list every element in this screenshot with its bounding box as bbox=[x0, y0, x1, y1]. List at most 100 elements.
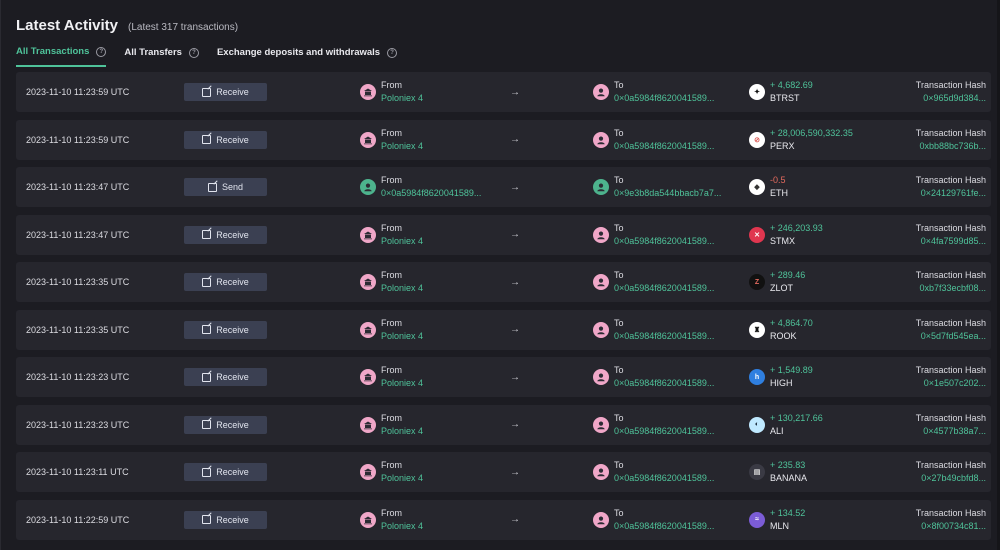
to-address[interactable]: 0×0a5984f8620041589... bbox=[614, 520, 714, 533]
token-amount[interactable]: ✦ + 4,682.69 BTRST bbox=[749, 72, 813, 112]
token-amount[interactable]: ✕ + 246,203.93 STMX bbox=[749, 215, 823, 255]
receive-button[interactable]: Receive bbox=[184, 415, 267, 434]
to-address[interactable]: 0×0a5984f8620041589... bbox=[614, 282, 714, 295]
table-row[interactable]: 2023-11-10 11:22:59 UTC Receive From Pol… bbox=[16, 499, 991, 540]
token-amount[interactable]: ▤ + 235.83 BANANA bbox=[749, 452, 807, 492]
tab-exchange-deposits-withdrawals[interactable]: Exchange deposits and withdrawals ? bbox=[217, 46, 398, 67]
transaction-hash[interactable]: Transaction Hash 0×24129761fe... bbox=[906, 167, 986, 207]
from-party[interactable]: From Poloniex 4 bbox=[360, 500, 423, 540]
from-party[interactable]: From Poloniex 4 bbox=[360, 215, 423, 255]
to-address[interactable]: 0×0a5984f8620041589... bbox=[614, 330, 714, 343]
tab-all-transfers[interactable]: All Transfers ? bbox=[124, 46, 199, 67]
help-icon[interactable]: ? bbox=[387, 47, 398, 58]
receive-button[interactable]: Receive bbox=[184, 510, 267, 529]
transaction-hash[interactable]: Transaction Hash 0×4fa7599d85... bbox=[906, 215, 986, 255]
from-address[interactable]: Poloniex 4 bbox=[381, 472, 423, 485]
to-party[interactable]: To 0×0a5984f8620041589... bbox=[593, 405, 714, 445]
from-party[interactable]: From Poloniex 4 bbox=[360, 120, 423, 160]
token-amount[interactable]: ◆ -0.5 ETH bbox=[749, 167, 788, 207]
to-address[interactable]: 0×9e3b8da544bbacb7a7... bbox=[614, 187, 721, 200]
transaction-hash[interactable]: Transaction Hash 0×965d9d384... bbox=[906, 72, 986, 112]
transaction-hash[interactable]: Transaction Hash 0×1e507c202... bbox=[906, 357, 986, 397]
to-party[interactable]: To 0×0a5984f862004158​9... bbox=[593, 72, 714, 112]
from-party[interactable]: From Poloniex 4 bbox=[360, 405, 423, 445]
transaction-hash[interactable]: Transaction Hash 0×4577b38a7... bbox=[906, 405, 986, 445]
token-amount[interactable]: ◐ + 130,217.66 ALI bbox=[749, 405, 823, 445]
to-address[interactable]: 0×0a5984f862004158​9... bbox=[614, 92, 714, 105]
token-amount[interactable]: Z + 289.46 ZLOT bbox=[749, 262, 805, 302]
transaction-hash[interactable]: Transaction Hash 0×5d7fd545ea... bbox=[906, 310, 986, 350]
help-icon[interactable]: ? bbox=[96, 46, 107, 57]
to-address[interactable]: 0×0a5984f8620041589... bbox=[614, 425, 714, 438]
token-amount[interactable]: ≈ + 134.52 MLN bbox=[749, 500, 805, 540]
receive-button[interactable]: Receive bbox=[184, 368, 267, 386]
from-address[interactable]: Poloniex 4 bbox=[381, 425, 423, 438]
table-row[interactable]: 2023-11-10 11:23:59 UTC Receive From Pol… bbox=[16, 72, 991, 112]
hash-value[interactable]: 0×5d7fd545ea... bbox=[921, 330, 986, 343]
receive-button[interactable]: Receive bbox=[184, 273, 267, 291]
hash-value[interactable]: 0×4577b38a7... bbox=[923, 425, 986, 438]
bank-icon bbox=[360, 84, 376, 100]
token-symbol: ZLOT bbox=[770, 283, 794, 293]
from-address[interactable]: Poloniex 4 bbox=[381, 330, 423, 343]
from-address[interactable]: Poloniex 4 bbox=[381, 377, 423, 390]
tab-all-transactions[interactable]: All Transactions ? bbox=[16, 46, 107, 67]
token-amount[interactable]: ⊘ + 28,006,590,332.35 PERX bbox=[749, 120, 853, 160]
hash-value[interactable]: 0×1e507c202... bbox=[924, 377, 986, 390]
receive-button[interactable]: Receive bbox=[184, 320, 267, 339]
from-party[interactable]: From Poloniex 4 bbox=[360, 452, 423, 492]
from-party[interactable]: From Poloniex 4 bbox=[360, 357, 423, 397]
to-party[interactable]: To 0×9e3b8da544bbacb7a7... bbox=[593, 167, 721, 207]
hash-value[interactable]: 0×24129761fe... bbox=[921, 187, 986, 200]
hash-value[interactable]: 0xbb88bc736b... bbox=[919, 140, 986, 153]
token-amount[interactable]: ♜ + 4,864.70 ROOK bbox=[749, 310, 813, 350]
receive-button[interactable]: Receive bbox=[184, 463, 267, 481]
to-address[interactable]: 0×0a5984f8620041589... bbox=[614, 377, 714, 390]
to-party[interactable]: To 0×0a5984f8620041589... bbox=[593, 120, 714, 160]
receive-button[interactable]: Receive bbox=[184, 225, 267, 244]
amount: + 289.46 bbox=[770, 270, 806, 280]
hash-value[interactable]: 0×965d9d384... bbox=[923, 92, 986, 105]
token-amount[interactable]: h + 1,549.89 HIGH bbox=[749, 357, 813, 397]
table-row[interactable]: 2023-11-10 11:23:35 UTC Receive From Pol… bbox=[16, 309, 991, 350]
to-party[interactable]: To 0×0a5984f8620041589... bbox=[593, 262, 714, 302]
to-party[interactable]: To 0×0a5984f8620041589... bbox=[593, 452, 714, 492]
hash-value[interactable]: 0×4fa7599d85... bbox=[921, 235, 986, 248]
from-party[interactable]: From Poloniex 4 bbox=[360, 262, 423, 302]
table-row[interactable]: 2023-11-10 11:23:35 UTC Receive From Pol… bbox=[16, 262, 991, 302]
from-address[interactable]: Poloniex 4 bbox=[381, 235, 423, 248]
table-row[interactable]: 2023-11-10 11:23:11 UTC Receive From Pol… bbox=[16, 452, 991, 492]
token-symbol: BTRST bbox=[770, 93, 800, 103]
from-party[interactable]: From 0×0a5984f8620041589... bbox=[360, 167, 481, 207]
to-address[interactable]: 0×0a5984f8620041589... bbox=[614, 235, 714, 248]
from-address[interactable]: Poloniex 4 bbox=[381, 282, 423, 295]
to-address[interactable]: 0×0a5984f8620041589... bbox=[614, 140, 714, 153]
transaction-hash[interactable]: Transaction Hash 0xb7f33ecbf08... bbox=[906, 262, 986, 302]
to-address[interactable]: 0×0a5984f8620041589... bbox=[614, 472, 714, 485]
send-button[interactable]: Send bbox=[184, 178, 267, 196]
transaction-hash[interactable]: Transaction Hash 0xbb88bc736b... bbox=[906, 120, 986, 160]
table-row[interactable]: 2023-11-10 11:23:23 UTC Receive From Pol… bbox=[16, 404, 991, 445]
receive-button[interactable]: Receive bbox=[184, 83, 267, 101]
hash-value[interactable]: 0×8f00734c81... bbox=[921, 520, 986, 533]
receive-button[interactable]: Receive bbox=[184, 130, 267, 149]
to-party[interactable]: To 0×0a5984f8620041589... bbox=[593, 310, 714, 350]
to-party[interactable]: To 0×0a5984f8620041589... bbox=[593, 357, 714, 397]
to-party[interactable]: To 0×0a5984f8620041589... bbox=[593, 500, 714, 540]
from-address[interactable]: Poloniex 4 bbox=[381, 140, 423, 153]
table-row[interactable]: 2023-11-10 11:23:47 UTC Send From 0×0a59… bbox=[16, 167, 991, 207]
help-icon[interactable]: ? bbox=[188, 47, 199, 58]
transaction-hash[interactable]: Transaction Hash 0×8f00734c81... bbox=[906, 500, 986, 540]
transaction-hash[interactable]: Transaction Hash 0×27b49cbfd8... bbox=[906, 452, 986, 492]
to-party[interactable]: To 0×0a5984f8620041589... bbox=[593, 215, 714, 255]
table-row[interactable]: 2023-11-10 11:23:59 UTC Receive From Pol… bbox=[16, 119, 991, 160]
table-row[interactable]: 2023-11-10 11:23:47 UTC Receive From Pol… bbox=[16, 214, 991, 255]
from-address[interactable]: Poloniex 4 bbox=[381, 520, 423, 533]
from-address[interactable]: Poloniex 4 bbox=[381, 92, 423, 105]
hash-value[interactable]: 0×27b49cbfd8... bbox=[921, 472, 986, 485]
from-party[interactable]: From Poloniex 4 bbox=[360, 72, 423, 112]
from-address[interactable]: 0×0a5984f8620041589... bbox=[381, 187, 481, 200]
from-party[interactable]: From Poloniex 4 bbox=[360, 310, 423, 350]
table-row[interactable]: 2023-11-10 11:23:23 UTC Receive From Pol… bbox=[16, 357, 991, 397]
hash-value[interactable]: 0xb7f33ecbf08... bbox=[919, 282, 986, 295]
